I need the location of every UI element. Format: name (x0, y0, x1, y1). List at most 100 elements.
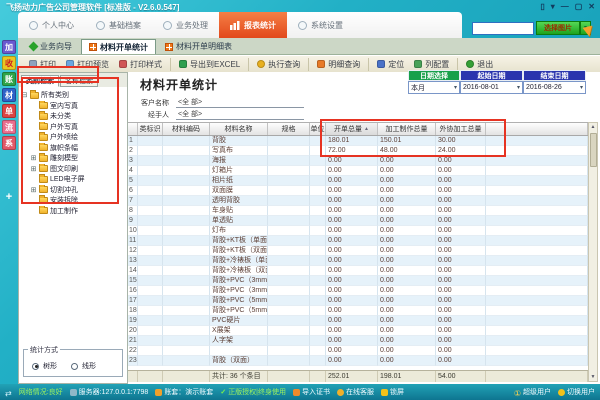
tree-item[interactable]: 户外写真 (21, 122, 127, 133)
folder-icon (39, 197, 48, 204)
column-header[interactable]: 材料编码 (163, 123, 210, 135)
table-row[interactable]: 17 背胶+PVC（5mm单 0.00 0.00 0.00 (128, 296, 588, 306)
chevron-down-icon[interactable]: ▾ (551, 2, 555, 11)
outsourcing-total-cell: 0.00 (436, 226, 486, 236)
tab-name-search[interactable]: 名称检索 (60, 75, 98, 87)
tree-item[interactable]: 室内写真 (21, 101, 127, 112)
toolbar-button[interactable]: 打印样式 (114, 58, 171, 71)
strip-button-xi[interactable]: 系 (2, 136, 16, 150)
expand-icon[interactable]: ⊞ (30, 186, 37, 194)
end-date-picker[interactable]: 2016-08-26 ▾ (523, 81, 586, 94)
column-header[interactable]: 单位 (310, 123, 326, 135)
tree-item[interactable]: ⊞ 切割冲孔 (21, 185, 127, 196)
tree-item[interactable]: ⊞ 雕刻模型 (21, 153, 127, 164)
nav-system-settings[interactable]: 系统设置 (287, 12, 354, 38)
tab-category-search[interactable]: 类别检索 (21, 75, 59, 87)
tree-item[interactable]: ⊞ 图文印刷 (21, 164, 127, 175)
table-row[interactable]: 8 车身贴 0.00 0.00 0.00 (128, 206, 588, 216)
scroll-down-icon[interactable]: ▼ (591, 373, 596, 381)
table-row[interactable]: 22 0.00 0.00 0.00 (128, 346, 588, 356)
table-row[interactable]: 23 背胶（双面） 0.00 0.00 0.00 (128, 356, 588, 366)
table-row[interactable]: 2 写真布 72.00 48.00 24.00 (128, 146, 588, 156)
radio-tree-mode[interactable]: 树形 (32, 361, 57, 371)
import-certificate-button[interactable]: 导入证书 (293, 387, 330, 397)
table-row[interactable]: 12 背胶+KT板（双面） 0.00 0.00 0.00 (128, 246, 588, 256)
tab-material-billing-statistics[interactable]: 材料开单统计 (81, 39, 156, 54)
scroll-up-icon[interactable]: ▲ (591, 123, 596, 131)
column-header[interactable]: 类标识 (138, 123, 163, 135)
table-row[interactable]: 4 灯箱片 0.00 0.00 0.00 (128, 166, 588, 176)
picture-path-input[interactable] (472, 22, 534, 35)
table-scrollbar[interactable]: ▲ ▼ (588, 122, 598, 382)
tree-item[interactable]: 未分类 (21, 111, 127, 122)
tab-material-billing-detail[interactable]: 材料开单明细表 (158, 39, 239, 54)
table-row[interactable]: 16 背胶+PVC（3mm双 0.00 0.00 0.00 (128, 286, 588, 296)
tree-item[interactable]: 安装拆除 (21, 195, 127, 206)
tab-label: 业务向导 (40, 41, 72, 52)
tree-item[interactable]: 加工制作 (21, 206, 127, 217)
online-service-button[interactable]: 在线客服 (337, 387, 374, 397)
nav-basic-files[interactable]: 基础档案 (85, 12, 152, 38)
start-date-picker[interactable]: 2016-08-01 ▾ (460, 81, 523, 94)
table-row[interactable]: 20 X展架 0.00 0.00 0.00 (128, 326, 588, 336)
toolbar-button[interactable]: 列配置 (409, 58, 458, 71)
toolbar-button[interactable]: 打印预览 (61, 58, 114, 71)
doc-icon[interactable]: ▯ (540, 2, 544, 11)
strip-button-liu[interactable]: 流 (2, 120, 16, 134)
toolbar-button[interactable]: 定位 (372, 58, 409, 71)
switch-user-button[interactable]: 切换用户 (558, 387, 595, 397)
table-row[interactable]: 10 灯布 0.00 0.00 0.00 (128, 226, 588, 236)
scrollbar-thumb[interactable] (590, 133, 597, 167)
table-row[interactable]: 18 背胶+PVC（5mm双 0.00 0.00 0.00 (128, 306, 588, 316)
toolbar-button[interactable]: 退出 (461, 58, 498, 71)
column-header[interactable]: 规格 (268, 123, 310, 135)
tab-business-wizard[interactable]: 业务向导 (23, 39, 79, 54)
table-row[interactable]: 1 背胶 180.01 150.01 30.00 (128, 136, 588, 146)
close-button[interactable]: ✕ (588, 2, 595, 11)
minimize-button[interactable]: — (561, 2, 569, 11)
toolbar-button[interactable]: 执行查询 (252, 58, 309, 71)
table-row[interactable]: 7 透明背胶 0.00 0.00 0.00 (128, 196, 588, 206)
table-row[interactable]: 9 单透贴 0.00 0.00 0.00 (128, 216, 588, 226)
strip-button-add[interactable]: + (2, 190, 16, 204)
column-header[interactable]: 材料名称 (210, 123, 268, 135)
tree-item[interactable]: LED电子屏 (21, 174, 127, 185)
table-row[interactable]: 13 背胶+冷裱板（单面） 0.00 0.00 0.00 (128, 256, 588, 266)
handler-value[interactable]: <全 部> (176, 109, 304, 120)
tree-item[interactable]: 旗帜条幅 (21, 143, 127, 154)
toolbar-button[interactable]: 打印 (24, 58, 61, 71)
toolbar-button[interactable]: 导出到EXCEL (174, 58, 249, 71)
column-header[interactable]: 加工制作总量 (378, 123, 436, 135)
strip-button-dan[interactable]: 单 (2, 104, 16, 118)
table-row[interactable]: 14 背胶+冷裱板（双面） 0.00 0.00 0.00 (128, 266, 588, 276)
nav-report-statistics[interactable]: 报表统计 (219, 12, 287, 38)
strip-button-shou[interactable]: 收 (2, 56, 16, 70)
strip-button-jia[interactable]: 加 (2, 40, 16, 54)
table-row[interactable]: 21 人字架 0.00 0.00 0.00 (128, 336, 588, 346)
table-row[interactable]: 15 背胶+PVC（3mm单 0.00 0.00 0.00 (128, 276, 588, 286)
collapse-icon[interactable]: ⊟ (21, 91, 28, 99)
table-row[interactable]: 6 双面膜 0.00 0.00 0.00 (128, 186, 588, 196)
lock-screen-button[interactable]: 锁屏 (381, 387, 404, 397)
date-range-combobox[interactable]: 本月 ▾ (408, 81, 460, 94)
tree-root[interactable]: ⊟ 所有类别 (21, 90, 127, 101)
column-header-sorted[interactable]: 开单总量 ▲ (326, 123, 378, 135)
select-picture-button[interactable]: 选择图片 (536, 21, 580, 35)
strip-button-zhang[interactable]: 账 (2, 72, 16, 86)
radio-line-mode[interactable]: 线形 (71, 361, 96, 371)
super-user-button[interactable]: ①超级用户 (514, 387, 551, 397)
nav-personal-center[interactable]: 个人中心 (18, 12, 85, 38)
maximize-button[interactable]: ▢ (575, 2, 583, 11)
tree-item[interactable]: 户外喷绘 (21, 132, 127, 143)
expand-icon[interactable]: ⊞ (30, 165, 37, 173)
table-row[interactable]: 19 PVC硬片 0.00 0.00 0.00 (128, 316, 588, 326)
expand-icon[interactable]: ⊞ (30, 154, 37, 162)
customer-name-value[interactable]: <全 部> (176, 97, 304, 108)
nav-business-processing[interactable]: 业务处理 (152, 12, 219, 38)
toolbar-button[interactable]: 明细查询 (312, 58, 369, 71)
table-row[interactable]: 11 背胶+KT板（单面） 0.00 0.00 0.00 (128, 236, 588, 246)
table-row[interactable]: 3 海报 0.00 0.00 0.00 (128, 156, 588, 166)
column-header[interactable]: 外协加工总量 (436, 123, 486, 135)
strip-button-cai[interactable]: 材 (2, 88, 16, 102)
table-row[interactable]: 5 相片纸 0.00 0.00 0.00 (128, 176, 588, 186)
